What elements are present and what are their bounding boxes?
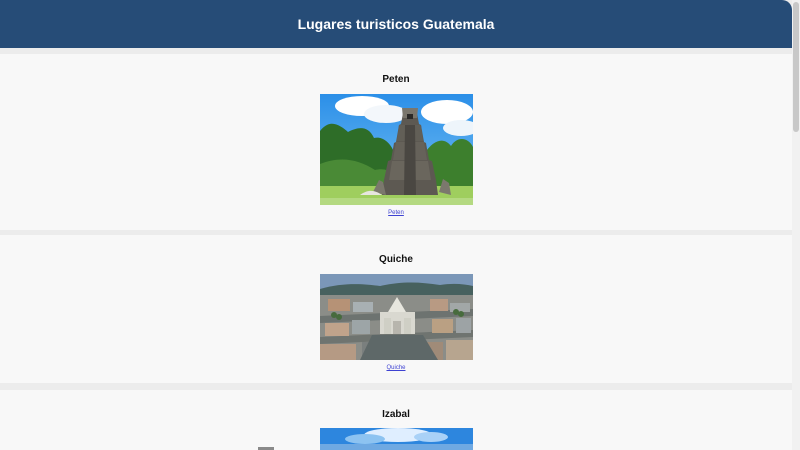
quiche-aerial-image <box>320 274 473 360</box>
scrollbar-thumb[interactable] <box>793 2 799 132</box>
page-title: Lugares turisticos Guatemala <box>297 16 495 32</box>
tikal-temple-image <box>320 94 473 205</box>
place-card-quiche: Quiche Quiche <box>0 235 792 383</box>
place-title: Peten <box>382 74 410 85</box>
place-title: Quiche <box>379 254 413 265</box>
izabal-sky-graphic <box>320 428 473 450</box>
tikal-temple-graphic <box>320 94 473 205</box>
quiche-aerial-graphic <box>320 274 473 360</box>
quiche-link[interactable]: Quiche <box>0 364 792 372</box>
browser-page: Lugares turisticos Guatemala Peten Peten… <box>0 0 800 450</box>
izabal-sky-image <box>320 428 473 450</box>
peten-link[interactable]: Peten <box>0 209 792 217</box>
page-viewport: Lugares turisticos Guatemala Peten Peten… <box>0 0 792 450</box>
site-header: Lugares turisticos Guatemala <box>0 0 792 48</box>
place-card-izabal: Izabal <box>0 390 792 450</box>
place-title: Izabal <box>382 409 410 420</box>
place-card-peten: Peten Peten <box>0 54 792 230</box>
